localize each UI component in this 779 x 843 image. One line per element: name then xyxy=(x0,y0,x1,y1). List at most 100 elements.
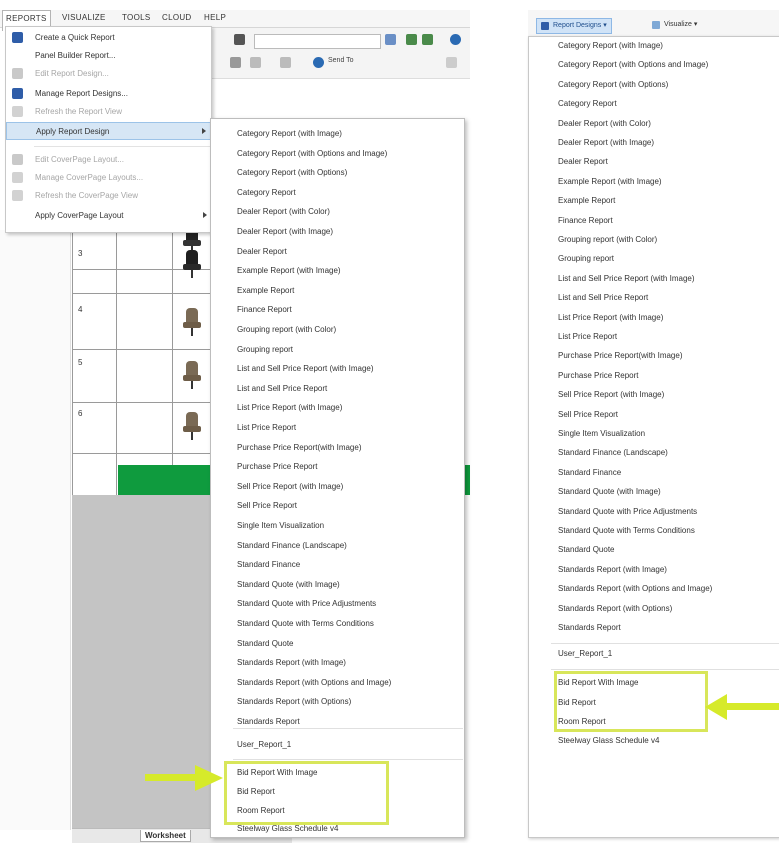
table-row[interactable]: 5 xyxy=(72,353,212,403)
menu-item-manage-report-designs[interactable]: Manage Report Designs... xyxy=(6,85,211,103)
menu-item-report-design[interactable]: Category Report xyxy=(558,99,617,108)
menu-item-edit-report-design[interactable]: Edit Report Design... xyxy=(6,65,211,83)
menu-item-report-design[interactable]: Category Report xyxy=(237,188,296,197)
menu-item-report-design[interactable]: Grouping report xyxy=(558,254,614,263)
menu-item-report-design[interactable]: Purchase Price Report(with Image) xyxy=(237,443,362,452)
menu-item-report-design[interactable]: Dealer Report xyxy=(558,157,608,166)
menu-cloud[interactable]: CLOUD xyxy=(162,13,192,22)
menu-item-refresh-report-view[interactable]: Refresh the Report View xyxy=(6,103,211,121)
menu-item-report-design[interactable]: Grouping report (with Color) xyxy=(237,325,336,334)
menu-item-report-design[interactable]: Single Item Visualization xyxy=(558,429,645,438)
tab-worksheet[interactable]: Worksheet xyxy=(140,830,191,842)
menu-item-report-design[interactable]: Standards Report xyxy=(558,623,621,632)
menu-item-report-design[interactable]: Standards Report (with Options and Image… xyxy=(237,678,391,687)
menu-item-report-design[interactable]: Category Report (with Options and Image) xyxy=(558,60,708,69)
menu-item-steelway-glass[interactable]: Steelway Glass Schedule v4 xyxy=(558,736,659,745)
format-icon[interactable] xyxy=(230,57,241,68)
menu-item-report-design[interactable]: Example Report xyxy=(237,286,294,295)
menu-item-report-design[interactable]: Purchase Price Report xyxy=(558,371,638,380)
menu-item-report-design[interactable]: Standards Report (with Image) xyxy=(558,565,667,574)
menu-help[interactable]: HELP xyxy=(204,13,226,22)
menu-item-report-design[interactable]: Standard Finance xyxy=(558,468,621,477)
menu-item-manage-coverpage[interactable]: Manage CoverPage Layouts... xyxy=(6,169,211,187)
menu-item-refresh-coverpage[interactable]: Refresh the CoverPage View xyxy=(6,187,211,205)
menu-tools[interactable]: TOOLS xyxy=(122,13,150,22)
menu-item-create-quick-report[interactable]: Create a Quick Report xyxy=(6,29,211,47)
menu-item-steelway-glass[interactable]: Steelway Glass Schedule v4 xyxy=(237,824,338,833)
menu-item-report-design[interactable]: Finance Report xyxy=(558,216,613,225)
menu-item-report-design[interactable]: Finance Report xyxy=(237,305,292,314)
menu-item-report-design[interactable]: Standards Report (with Image) xyxy=(237,658,346,667)
report-designs-icon xyxy=(541,22,549,30)
menu-item-report-design[interactable]: Single Item Visualization xyxy=(237,521,324,530)
menu-item-report-design[interactable]: Example Report (with Image) xyxy=(237,266,341,275)
menu-item-report-design[interactable]: Category Report (with Options) xyxy=(558,80,668,89)
menu-item-report-design[interactable]: Standard Quote (with Image) xyxy=(237,580,340,589)
menu-item-report-design[interactable]: Standard Quote with Terms Conditions xyxy=(237,619,374,628)
send-to-button[interactable]: Send To xyxy=(328,57,354,64)
menu-item-report-design[interactable]: Sell Price Report xyxy=(237,501,297,510)
menu-item-report-design[interactable]: Purchase Price Report xyxy=(237,462,317,471)
menu-item-report-design[interactable]: Standard Finance (Landscape) xyxy=(558,448,668,457)
table-row[interactable]: 3 xyxy=(72,244,212,294)
filter-icon[interactable] xyxy=(385,34,396,45)
edit-icon[interactable] xyxy=(446,57,457,68)
menu-item-report-design[interactable]: Standard Quote with Price Adjustments xyxy=(558,507,697,516)
menu-item-report-design[interactable]: Standards Report xyxy=(237,717,300,726)
image-icon[interactable] xyxy=(406,34,417,45)
menu-item-edit-coverpage[interactable]: Edit CoverPage Layout... xyxy=(6,151,211,169)
menu-item-report-design[interactable]: Dealer Report xyxy=(237,247,287,256)
menu-item-user-report[interactable]: User_Report_1 xyxy=(237,740,291,749)
menu-item-report-design[interactable]: List and Sell Price Report xyxy=(237,384,327,393)
menu-item-report-design[interactable]: List and Sell Price Report (with Image) xyxy=(558,274,695,283)
visualize-button[interactable]: Visualize ▾ xyxy=(648,18,701,32)
menu-item-report-design[interactable]: List Price Report (with Image) xyxy=(558,313,663,322)
menu-item-report-design[interactable]: List Price Report xyxy=(558,332,617,341)
edit-coverpage-icon xyxy=(12,154,23,165)
menu-item-report-design[interactable]: Standards Report (with Options) xyxy=(237,697,351,706)
menu-item-apply-coverpage[interactable]: Apply CoverPage Layout xyxy=(6,207,211,225)
menu-item-panel-builder[interactable]: Panel Builder Report... xyxy=(6,47,211,65)
menu-item-report-design[interactable]: Sell Price Report (with Image) xyxy=(237,482,343,491)
menu-item-report-design[interactable]: Standards Report (with Options and Image… xyxy=(558,584,712,593)
menu-item-report-design[interactable]: Category Report (with Options and Image) xyxy=(237,149,387,158)
table-icon[interactable] xyxy=(280,57,291,68)
menu-item-report-design[interactable]: Sell Price Report (with Image) xyxy=(558,390,664,399)
globe-icon[interactable] xyxy=(450,34,461,45)
table-row[interactable]: 6 xyxy=(72,404,212,454)
menu-item-report-design[interactable]: List Price Report xyxy=(237,423,296,432)
menu-item-report-design[interactable]: Standard Finance xyxy=(237,560,300,569)
menu-item-report-design[interactable]: Standard Quote with Price Adjustments xyxy=(237,599,376,608)
menu-item-report-design[interactable]: List and Sell Price Report xyxy=(558,293,648,302)
menu-item-report-design[interactable]: Standard Quote xyxy=(558,545,614,554)
menu-item-report-design[interactable]: Standard Quote xyxy=(237,639,293,648)
menu-item-report-design[interactable]: Standard Quote (with Image) xyxy=(558,487,661,496)
add-icon[interactable] xyxy=(250,57,261,68)
menu-item-report-design[interactable]: Category Report (with Options) xyxy=(237,168,347,177)
menu-item-report-design[interactable]: List Price Report (with Image) xyxy=(237,403,342,412)
menu-item-report-design[interactable]: Dealer Report (with Image) xyxy=(237,227,333,236)
menu-item-report-design[interactable]: Sell Price Report xyxy=(558,410,618,419)
menu-item-report-design[interactable]: Example Report xyxy=(558,196,615,205)
menu-item-user-report[interactable]: User_Report_1 xyxy=(558,649,612,658)
menu-visualize[interactable]: VISUALIZE xyxy=(62,13,106,22)
menu-item-report-design[interactable]: Purchase Price Report(with Image) xyxy=(558,351,683,360)
menu-item-report-design[interactable]: List and Sell Price Report (with Image) xyxy=(237,364,374,373)
menu-item-report-design[interactable]: Dealer Report (with Color) xyxy=(237,207,330,216)
image2-icon[interactable] xyxy=(422,34,433,45)
menu-item-report-design[interactable]: Dealer Report (with Color) xyxy=(558,119,651,128)
menu-item-report-design[interactable]: Category Report (with Image) xyxy=(237,129,342,138)
table-row[interactable]: 4 xyxy=(72,300,212,350)
menu-item-report-design[interactable]: Grouping report (with Color) xyxy=(558,235,657,244)
binoculars-icon[interactable] xyxy=(234,34,245,45)
menu-item-report-design[interactable]: Example Report (with Image) xyxy=(558,177,662,186)
menu-item-report-design[interactable]: Standard Finance (Landscape) xyxy=(237,541,347,550)
menu-item-apply-report-design[interactable]: Apply Report Design xyxy=(6,122,211,140)
menu-item-report-design[interactable]: Dealer Report (with Image) xyxy=(558,138,654,147)
menu-item-report-design[interactable]: Category Report (with Image) xyxy=(558,41,663,50)
menu-item-report-design[interactable]: Grouping report xyxy=(237,345,293,354)
report-designs-button[interactable]: Report Designs ▾ xyxy=(536,18,612,34)
menu-item-report-design[interactable]: Standards Report (with Options) xyxy=(558,604,672,613)
menu-item-report-design[interactable]: Standard Quote with Terms Conditions xyxy=(558,526,695,535)
toolbar-dropdown[interactable] xyxy=(254,34,381,49)
